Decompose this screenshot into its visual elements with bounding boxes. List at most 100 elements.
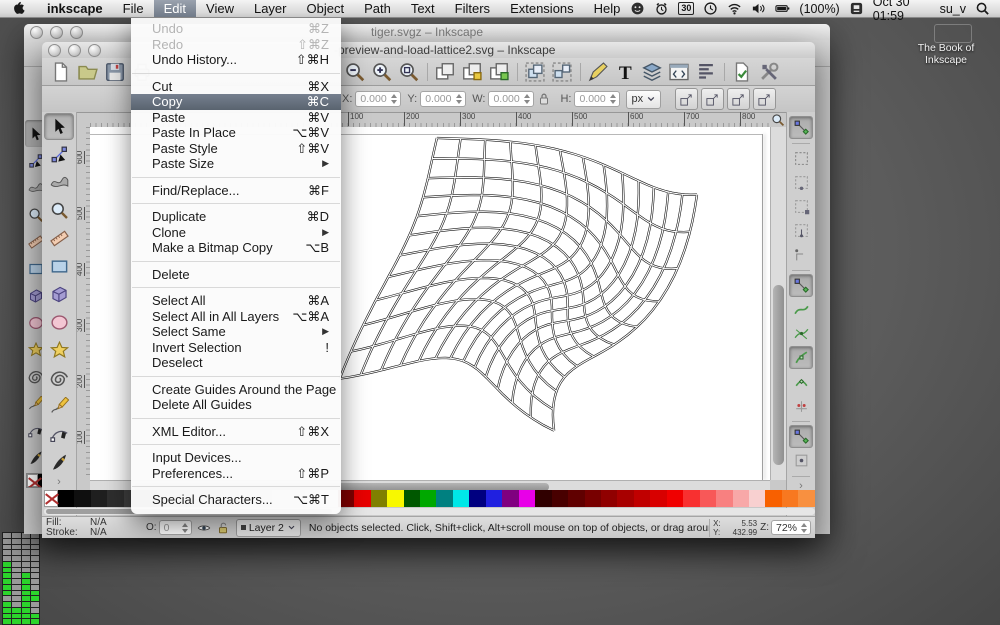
transform-stroke-toggle[interactable] xyxy=(675,88,698,110)
fill-stroke-button[interactable] xyxy=(587,61,609,83)
menubar-item-edit[interactable]: Edit xyxy=(154,0,196,17)
color-swatch[interactable] xyxy=(667,490,683,507)
menubar-clock[interactable]: Oct 30 01:59 xyxy=(873,0,931,23)
menubar-item-file[interactable]: File xyxy=(113,0,154,17)
transform-gradient-toggle[interactable] xyxy=(727,88,750,110)
no-color-swatch[interactable] xyxy=(27,474,38,487)
zoom-selection-button[interactable] xyxy=(344,61,366,83)
color-swatch[interactable] xyxy=(354,490,370,507)
tool-box3d-button[interactable] xyxy=(44,281,74,308)
menu-item-copy[interactable]: Copy⌘C xyxy=(131,94,341,110)
preferences-button[interactable] xyxy=(758,61,780,83)
color-swatch[interactable] xyxy=(568,490,584,507)
color-swatch[interactable] xyxy=(683,490,699,507)
snap-red-button[interactable] xyxy=(789,394,813,417)
color-swatch[interactable] xyxy=(765,490,781,507)
menu-item-input-devices[interactable]: Input Devices... xyxy=(131,450,341,466)
toolbox-expander[interactable]: › xyxy=(42,476,76,488)
menu-item-paste[interactable]: Paste⌘V xyxy=(131,110,341,126)
menu-item-preferences[interactable]: Preferences...⇧⌘P xyxy=(131,466,341,482)
document-properties-button[interactable] xyxy=(731,61,753,83)
spotlight-icon[interactable] xyxy=(975,1,990,16)
zoom-drawing-button[interactable] xyxy=(371,61,393,83)
tool-measure-button[interactable] xyxy=(44,225,74,252)
tool-rectangle-button[interactable] xyxy=(44,253,74,280)
menubar-item-path[interactable]: Path xyxy=(354,0,401,17)
snap-bbox-mid-button[interactable] xyxy=(789,219,813,242)
color-swatch[interactable] xyxy=(469,490,485,507)
new-document-button[interactable] xyxy=(50,61,72,83)
group-button[interactable] xyxy=(524,61,546,83)
minimize-button[interactable] xyxy=(50,26,63,39)
color-swatch[interactable] xyxy=(634,490,650,507)
alarm-icon[interactable] xyxy=(654,1,669,16)
wifi-icon[interactable] xyxy=(727,1,742,16)
menu-item-cut[interactable]: Cut⌘X xyxy=(131,79,341,95)
color-swatch[interactable] xyxy=(436,490,452,507)
color-swatch[interactable] xyxy=(58,490,74,507)
menubar-item-view[interactable]: View xyxy=(196,0,244,17)
color-swatch[interactable] xyxy=(74,490,90,507)
stroke-value[interactable]: N/A xyxy=(90,528,146,538)
x-field[interactable]: 0.000 xyxy=(355,91,401,107)
menu-item-duplicate[interactable]: Duplicate⌘D xyxy=(131,209,341,225)
duplicate-button[interactable] xyxy=(434,61,456,83)
ungroup-button[interactable] xyxy=(551,61,573,83)
xml-editor-button[interactable] xyxy=(668,61,690,83)
color-swatch[interactable] xyxy=(519,490,535,507)
tool-tweak-button[interactable] xyxy=(44,169,74,196)
menu-item-create-guides-around-the-page[interactable]: Create Guides Around the Page xyxy=(131,382,341,398)
menu-item-invert-selection[interactable]: Invert Selection! xyxy=(131,340,341,356)
tool-star-button[interactable] xyxy=(44,337,74,364)
color-swatch[interactable] xyxy=(107,490,123,507)
menu-item-clone[interactable]: Clone▶ xyxy=(131,225,341,241)
close-button[interactable] xyxy=(48,44,61,57)
open-folder-button[interactable] xyxy=(77,61,99,83)
unit-select[interactable]: px xyxy=(626,90,661,109)
color-swatch[interactable] xyxy=(371,490,387,507)
menubar-item-layer[interactable]: Layer xyxy=(244,0,297,17)
snap-master-button[interactable] xyxy=(789,425,813,448)
zoom-button[interactable] xyxy=(88,44,101,57)
menu-item-special-characters[interactable]: Special Characters...⌥⌘T xyxy=(131,492,341,508)
snap-corner-dot-button[interactable] xyxy=(789,243,813,266)
color-swatch[interactable] xyxy=(404,490,420,507)
apple-menu[interactable] xyxy=(0,0,37,18)
layers-button[interactable] xyxy=(641,61,663,83)
tool-spiral-button[interactable] xyxy=(44,365,74,392)
snap-master-button[interactable] xyxy=(789,274,813,297)
time-machine-icon[interactable] xyxy=(703,1,718,16)
tool-zoom-button[interactable] xyxy=(44,197,74,224)
calendar-icon[interactable]: 30 xyxy=(678,2,694,15)
layer-visibility-icon[interactable] xyxy=(197,521,211,535)
lock-ratio-icon[interactable] xyxy=(536,91,552,107)
color-swatch[interactable] xyxy=(749,490,765,507)
snap-bbox-corner-button[interactable] xyxy=(789,195,813,218)
color-swatch[interactable] xyxy=(798,490,814,507)
snap-cusp-button[interactable] xyxy=(789,370,813,393)
menu-item-make-a-bitmap-copy[interactable]: Make a Bitmap Copy⌥B xyxy=(131,240,341,256)
menu-item-deselect[interactable]: Deselect xyxy=(131,355,341,371)
battery-icon[interactable] xyxy=(775,1,790,16)
vertical-scrollbar-thumb[interactable] xyxy=(773,285,784,465)
color-swatch[interactable] xyxy=(502,490,518,507)
y-field[interactable]: 0.000 xyxy=(420,91,466,107)
menu-item-paste-style[interactable]: Paste Style⇧⌘V xyxy=(131,141,341,157)
menu-item-select-all[interactable]: Select All⌘A xyxy=(131,293,341,309)
snap-intersect-button[interactable] xyxy=(789,322,813,345)
color-swatch[interactable] xyxy=(733,490,749,507)
menu-item-paste-size[interactable]: Paste Size▶ xyxy=(131,156,341,172)
menubar-item-object[interactable]: Object xyxy=(297,0,355,17)
color-swatch[interactable] xyxy=(700,490,716,507)
text-tool-button[interactable]: T xyxy=(614,61,636,83)
menu-item-paste-in-place[interactable]: Paste In Place⌥⌘V xyxy=(131,125,341,141)
app-menu[interactable]: inkscape xyxy=(37,0,113,17)
tool-calligraphy-button[interactable] xyxy=(44,449,74,476)
color-swatch[interactable] xyxy=(601,490,617,507)
layer-select[interactable]: Layer 2 xyxy=(236,519,301,537)
minimize-button[interactable] xyxy=(68,44,81,57)
zoom-button[interactable] xyxy=(70,26,83,39)
snap-master-button[interactable] xyxy=(789,116,813,139)
transform-pattern-toggle[interactable] xyxy=(753,88,776,110)
menubar-item-extensions[interactable]: Extensions xyxy=(500,0,584,17)
